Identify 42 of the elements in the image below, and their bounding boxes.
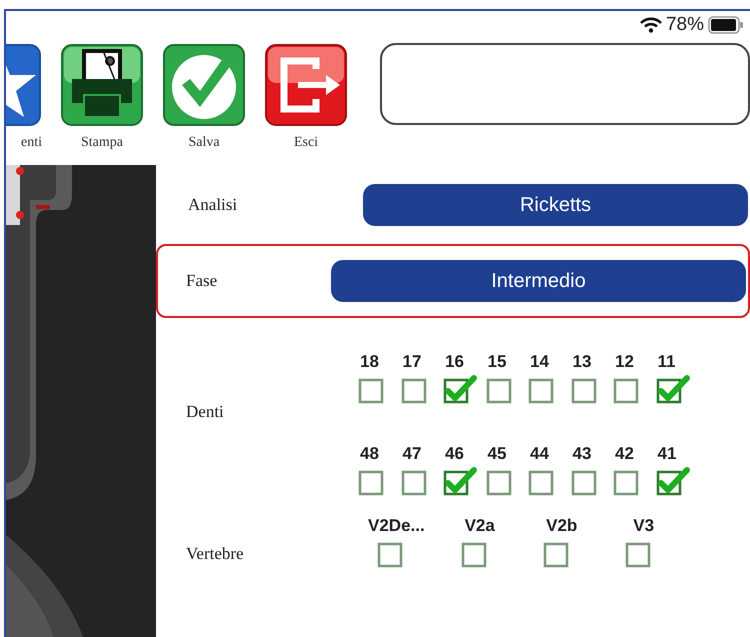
tooth-number: 16 [444,352,464,372]
tooth-number: 11 [656,352,676,372]
battery-icon [708,16,744,34]
text-field[interactable] [380,43,750,125]
tooth-number: 45 [486,444,506,464]
tooth-number: 43 [572,444,592,464]
tooth-number: 17 [402,352,422,372]
checkmark-icon[interactable] [162,43,246,127]
tooth-number: 47 [402,444,422,464]
select-button[interactable]: Intermedio [331,260,746,302]
toolbar-label: Esci [294,135,318,151]
field-label: Fase [186,271,218,291]
tooth-number: 48 [359,444,379,464]
toolbar-label: Salva [188,135,220,151]
checked-checkbox[interactable] [656,464,692,496]
field-label: Analisi [188,195,238,215]
tooth-number: 15 [486,352,506,372]
tooth-number: 12 [614,352,634,372]
tooth-number: 46 [444,444,464,464]
exit-icon[interactable] [264,43,348,127]
checked-checkbox[interactable] [443,464,479,496]
wifi-icon [640,17,662,33]
toolbar-label: enti [21,135,42,151]
tooth-number: 13 [572,352,592,372]
toolbar-label: Stampa [81,135,123,151]
vertebra-label: V2b [545,516,578,536]
checked-checkbox[interactable] [443,372,479,404]
field-label: Denti [186,402,225,422]
tooth-number: 44 [529,444,549,464]
checked-checkbox[interactable] [656,372,692,404]
tooth-number: 42 [614,444,634,464]
tooth-number: 41 [656,444,676,464]
field-label: Vertebre [186,544,245,564]
vertebra-label: V3 [632,516,654,536]
tooth-number: 14 [529,352,549,372]
tooth-number: 18 [359,352,379,372]
printer-icon[interactable] [60,43,144,127]
battery-percentage: 78% [666,14,704,36]
vertebra-label: V2a [464,516,495,536]
select-button[interactable]: Ricketts [363,184,748,226]
vertebra-label: V2De... [367,516,425,536]
star-icon[interactable] [6,43,42,127]
